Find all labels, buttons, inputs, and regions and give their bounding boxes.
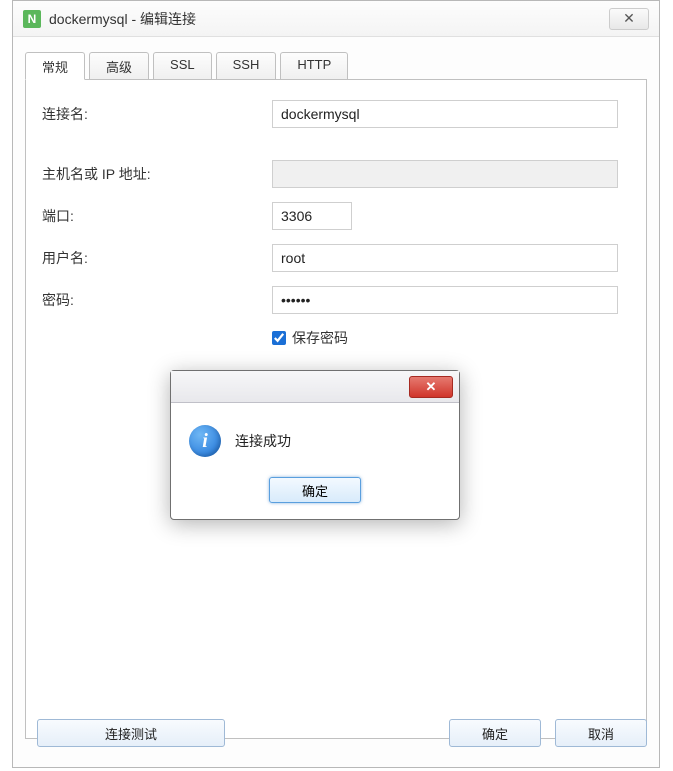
label-save-password: 保存密码 bbox=[292, 328, 348, 348]
info-icon: i bbox=[189, 425, 221, 457]
tabstrip: 常规 高级 SSL SSH HTTP bbox=[25, 51, 647, 79]
tab-ssh[interactable]: SSH bbox=[216, 52, 277, 80]
label-username: 用户名: bbox=[42, 248, 272, 268]
row-password: 密码: bbox=[42, 286, 630, 314]
tab-ssl[interactable]: SSL bbox=[153, 52, 212, 80]
titlebar-icon-1 bbox=[561, 10, 579, 28]
titlebar: N dockermysql - 编辑连接 ✕ bbox=[13, 1, 659, 37]
dialog-ok-button[interactable]: 确定 bbox=[269, 477, 361, 503]
label-connection-name: 连接名: bbox=[42, 104, 272, 124]
row-connection-name: 连接名: bbox=[42, 100, 630, 128]
window-close-button[interactable]: ✕ bbox=[609, 8, 649, 30]
cancel-button[interactable]: 取消 bbox=[555, 719, 647, 747]
row-username: 用户名: bbox=[42, 244, 630, 272]
label-port: 端口: bbox=[42, 206, 272, 226]
row-host: 主机名或 IP 地址: bbox=[42, 160, 630, 188]
connection-result-dialog: ✕ i 连接成功 确定 bbox=[170, 370, 460, 520]
label-password: 密码: bbox=[42, 290, 272, 310]
bottom-bar: 连接测试 确定 取消 bbox=[37, 719, 647, 747]
dialog-message: 连接成功 bbox=[235, 431, 291, 451]
row-save-password: 保存密码 bbox=[272, 328, 630, 348]
ok-button[interactable]: 确定 bbox=[449, 719, 541, 747]
save-password-checkbox[interactable] bbox=[272, 331, 286, 345]
username-input[interactable] bbox=[272, 244, 618, 272]
label-host: 主机名或 IP 地址: bbox=[42, 164, 272, 184]
tab-http[interactable]: HTTP bbox=[280, 52, 348, 80]
password-input[interactable] bbox=[272, 286, 618, 314]
app-icon: N bbox=[23, 10, 41, 28]
tab-advanced[interactable]: 高级 bbox=[89, 52, 149, 80]
window-title: dockermysql - 编辑连接 bbox=[49, 9, 196, 29]
host-input[interactable] bbox=[272, 160, 618, 188]
dialog-titlebar: ✕ bbox=[171, 371, 459, 403]
connection-name-input[interactable] bbox=[272, 100, 618, 128]
dialog-close-button[interactable]: ✕ bbox=[409, 376, 453, 398]
titlebar-icon-2 bbox=[587, 10, 605, 28]
row-port: 端口: bbox=[42, 202, 630, 230]
test-connection-button[interactable]: 连接测试 bbox=[37, 719, 225, 747]
tab-general[interactable]: 常规 bbox=[25, 52, 85, 80]
port-input[interactable] bbox=[272, 202, 352, 230]
